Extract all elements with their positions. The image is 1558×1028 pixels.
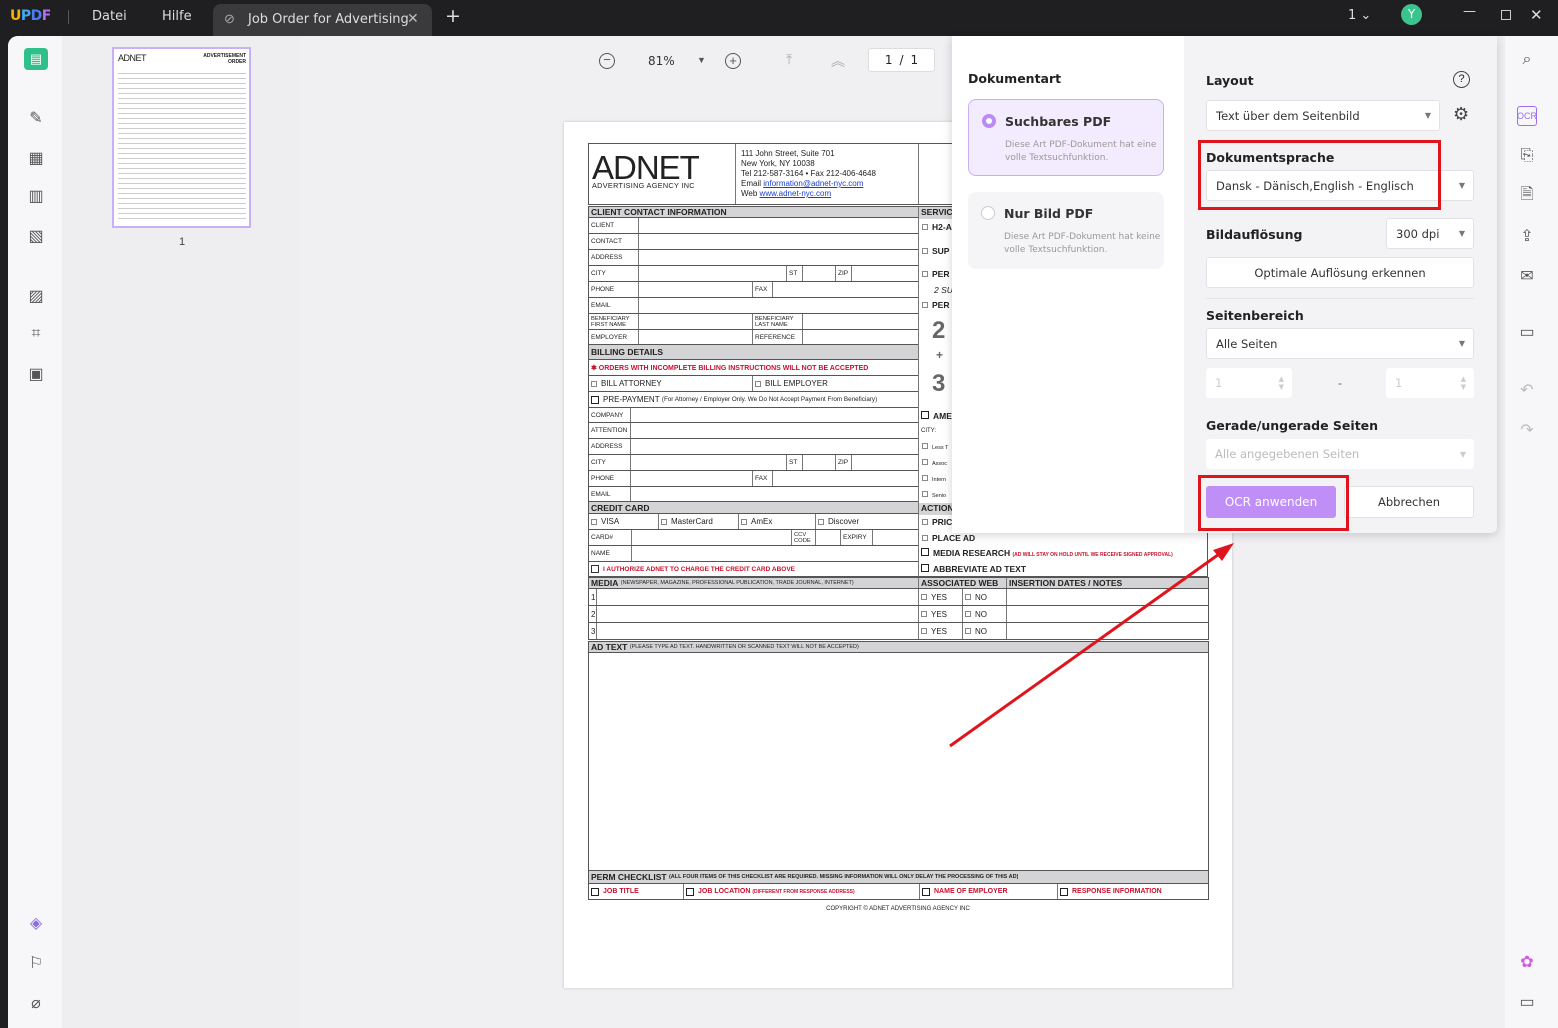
ocr-icon[interactable]: OCR xyxy=(1517,106,1537,126)
annotation-arrow xyxy=(949,543,1234,748)
ai-assistant-icon[interactable]: ✿ xyxy=(1517,952,1537,972)
share-icon[interactable]: ⇪ xyxy=(1517,226,1537,246)
email-icon[interactable]: ✉ xyxy=(1517,266,1537,286)
save-icon[interactable]: ▭ xyxy=(1517,322,1537,342)
right-toolbar: ⌕ OCR ⎘ 🗎 ⇪ ✉ ▭ ↶ ↷ ✿ ▭ xyxy=(1505,36,1558,1028)
comment-icon[interactable]: ▭ xyxy=(1517,992,1537,1012)
compress-icon[interactable]: 🗎 xyxy=(1517,186,1537,206)
convert-icon[interactable]: ⎘ xyxy=(1517,146,1537,166)
search-icon[interactable]: ⌕ xyxy=(1517,50,1537,70)
redo-icon[interactable]: ↷ xyxy=(1517,420,1537,440)
undo-icon[interactable]: ↶ xyxy=(1517,380,1537,400)
